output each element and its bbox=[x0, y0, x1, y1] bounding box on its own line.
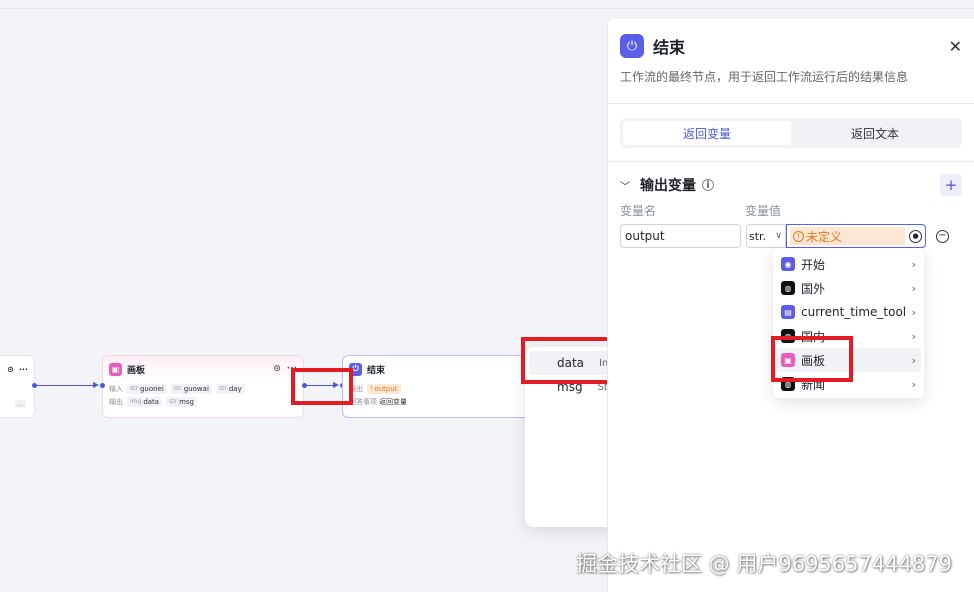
board-node[interactable]: ▣ 画板 ⊙ ··· 输入 str guonei str guowai str day… bbox=[102, 355, 304, 418]
board-icon: ▣ bbox=[109, 362, 122, 376]
more-icon[interactable]: ··· bbox=[19, 365, 28, 374]
target-icon[interactable]: ⊙ bbox=[7, 365, 14, 374]
end-answer-row: 回答事项 返回变量 bbox=[349, 397, 407, 406]
edge-start-board bbox=[36, 385, 94, 386]
node-option-current-time-tool[interactable]: ▤ current_time_tool › bbox=[773, 300, 924, 324]
board-output-row: 输出 img data str msg bbox=[103, 395, 303, 408]
highlight-box-board bbox=[771, 336, 853, 382]
node-option-guowai[interactable]: ◍ 国外 › bbox=[773, 276, 924, 300]
variable-row: output str. ∨ ! 未定义 ● − bbox=[608, 224, 974, 248]
chevron-right-icon: › bbox=[911, 377, 916, 391]
chevron-right-icon: › bbox=[911, 329, 916, 343]
end-node-title: 结束 bbox=[367, 365, 386, 376]
divider bbox=[608, 161, 974, 162]
output-undefined-tag: ! output bbox=[367, 383, 401, 394]
info-icon[interactable]: i bbox=[702, 179, 714, 191]
output-tag: img data bbox=[127, 396, 163, 407]
target-icon[interactable]: ⊙ bbox=[273, 364, 281, 374]
start-icon: ◉ bbox=[781, 257, 795, 271]
chevron-right-icon: › bbox=[911, 281, 916, 295]
board-node-title: 画板 bbox=[127, 365, 146, 376]
end-icon: ⏻ bbox=[620, 34, 644, 58]
column-headers: 变量名 变量值 bbox=[620, 203, 782, 218]
chevron-right-icon: › bbox=[911, 353, 916, 367]
chevron-right-icon: › bbox=[911, 257, 916, 271]
target-icon[interactable]: ● bbox=[909, 229, 922, 243]
watermark: 掘金技术社区 @ 用户9695657444879 bbox=[576, 552, 953, 576]
output-variables-section: ﹀ 输出变量 i + bbox=[608, 173, 974, 197]
panel-description: 工作流的最终节点，用于返回工作流运行后的结果信息 bbox=[620, 70, 909, 84]
panel-title: 结束 bbox=[653, 38, 686, 57]
top-divider bbox=[0, 8, 974, 9]
variable-name-input[interactable]: output bbox=[620, 224, 741, 248]
start-node[interactable]: ⊙ ··· ... bbox=[0, 355, 35, 418]
chevron-right-icon: › bbox=[911, 305, 916, 319]
mode-tabs: 返回变量 返回文本 bbox=[620, 118, 962, 148]
tool-icon: ▤ bbox=[781, 305, 795, 319]
chevron-down-icon: ∨ bbox=[775, 231, 782, 241]
board-input-row: 输入 str guonei str guowai str day bbox=[103, 382, 303, 395]
tab-return-variable[interactable]: 返回变量 bbox=[623, 121, 791, 145]
close-icon[interactable]: ✕ bbox=[949, 37, 962, 56]
tab-return-text[interactable]: 返回文本 bbox=[791, 121, 959, 145]
remove-variable-button[interactable]: − bbox=[936, 229, 949, 243]
chevron-down-icon[interactable]: ﹀ bbox=[620, 178, 630, 193]
input-tag: str day bbox=[215, 383, 245, 394]
divider bbox=[608, 103, 974, 104]
plugin-icon: ◍ bbox=[781, 281, 795, 295]
end-node[interactable]: ⏻ 结束 输出 ! output 回答事项 返回变量 bbox=[342, 355, 532, 418]
add-variable-button[interactable]: + bbox=[940, 174, 962, 196]
input-tag: str guowai bbox=[170, 383, 212, 394]
undefined-badge: ! 未定义 bbox=[790, 227, 905, 245]
input-tag: str guonei bbox=[127, 383, 167, 394]
section-title: 输出变量 bbox=[640, 178, 696, 194]
start-node-more: ... bbox=[15, 400, 26, 408]
output-tag: str msg bbox=[166, 396, 197, 407]
edge-arrow-icon bbox=[93, 382, 99, 388]
board-input-port[interactable] bbox=[100, 383, 105, 388]
variable-value-select[interactable]: ! 未定义 ● bbox=[786, 224, 926, 248]
highlight-box-edge bbox=[291, 368, 353, 405]
variable-type-select[interactable]: str. ∨ bbox=[746, 224, 786, 248]
end-output-row: 输出 ! output bbox=[343, 382, 531, 395]
node-option-start[interactable]: ◉ 开始 › bbox=[773, 252, 924, 276]
warning-icon: ! bbox=[793, 230, 804, 242]
